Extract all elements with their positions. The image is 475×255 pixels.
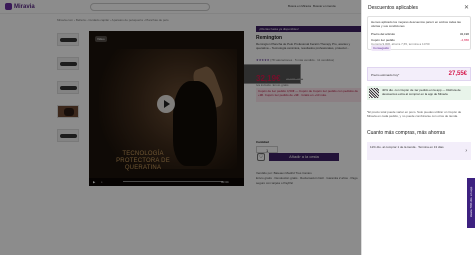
app-side-tab[interactable]: Hasta 70% dto. en app bbox=[467, 178, 475, 228]
discounts-drawer: Descuentos aplicables ✕ Hemos aplicado l… bbox=[361, 0, 475, 255]
more-savings-card[interactable]: 11% dto. al comprar 1 de la tienda · Ter… bbox=[367, 142, 471, 160]
side-tab-label: Hasta 70% dto. en app bbox=[469, 186, 473, 218]
status-badge: Conseguido bbox=[371, 45, 392, 51]
estimated-price-value: 27,55€ bbox=[448, 71, 467, 77]
modal-backdrop[interactable] bbox=[0, 0, 361, 255]
close-icon[interactable]: ✕ bbox=[464, 4, 469, 11]
estimated-price-label: Precio estimado hoy* bbox=[371, 73, 400, 77]
more-savings-text: 11% dto. al comprar 1 de la tienda · Ter… bbox=[370, 145, 444, 149]
app-promo-box[interactable]: 40% dto. con Cupón de 1er pedido en la a… bbox=[367, 86, 471, 100]
drawer-title: Descuentos aplicables bbox=[368, 5, 419, 11]
card-hint: Hemos aplicado los mejores descuentos pa… bbox=[371, 20, 461, 28]
discount-summary-card: Hemos aplicado los mejores descuentos pa… bbox=[367, 16, 471, 51]
qr-code-icon bbox=[369, 88, 379, 98]
price-row-value: 32,19€ bbox=[459, 32, 469, 36]
chevron-right-icon: › bbox=[465, 148, 467, 154]
estimated-price-box: Precio estimado hoy* 27,55€ bbox=[367, 67, 471, 81]
app-promo-text: 40% dto. con Cupón de 1er pedido en la a… bbox=[382, 88, 461, 96]
more-savings-title: Cuanto más compras, más ahorras bbox=[367, 130, 446, 136]
price-row: Precio del artículo 32,19€ bbox=[371, 32, 469, 36]
disclaimer: *El precio total puede variar en poco. S… bbox=[367, 110, 462, 118]
price-row-label: Precio del artículo bbox=[371, 32, 396, 36]
